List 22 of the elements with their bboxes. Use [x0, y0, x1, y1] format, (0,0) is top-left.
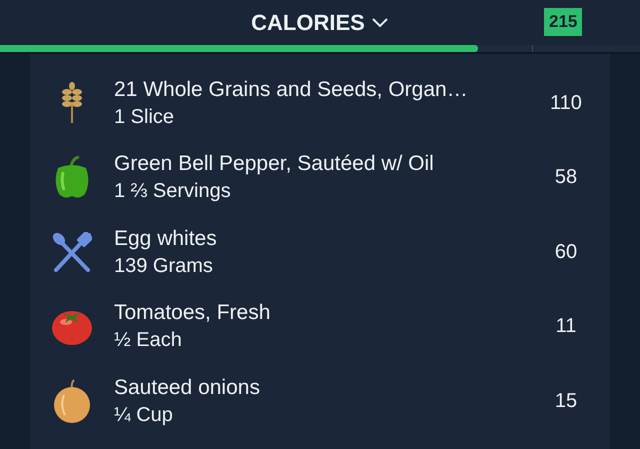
food-name: Sauteed onions [114, 376, 261, 400]
calorie-count: 60 [554, 240, 578, 264]
header-title[interactable]: CALORIES [251, 10, 365, 36]
food-name: Tomatoes, Fresh [114, 301, 272, 326]
pepper-icon [53, 156, 91, 200]
calorie-count: 15 [554, 390, 578, 413]
serving-amount: 1 Slice [114, 106, 176, 129]
food-name: Green Bell Pepper, Sautéed w/ Oil [114, 152, 435, 176]
serving-amount: 139 Grams [114, 254, 214, 278]
calorie-count: 58 [554, 166, 578, 190]
calorie-count: 11 [554, 315, 578, 338]
serving-amount: ½ Each [114, 329, 183, 352]
food-name: 21 Whole Grains and Seeds, Organ… [114, 78, 469, 102]
calorie-count: 110 [549, 92, 583, 115]
onion-icon [52, 379, 92, 424]
serving-amount: ¼ Cup [114, 404, 174, 427]
chevron-down-icon[interactable] [370, 17, 389, 28]
remaining-badge: 215 [544, 8, 582, 36]
wheat-icon [60, 82, 84, 124]
serving-amount: 1 ⅔ Servings [114, 180, 232, 204]
food-name: Egg whites [114, 226, 218, 251]
fork-spoon-icon [52, 232, 92, 272]
